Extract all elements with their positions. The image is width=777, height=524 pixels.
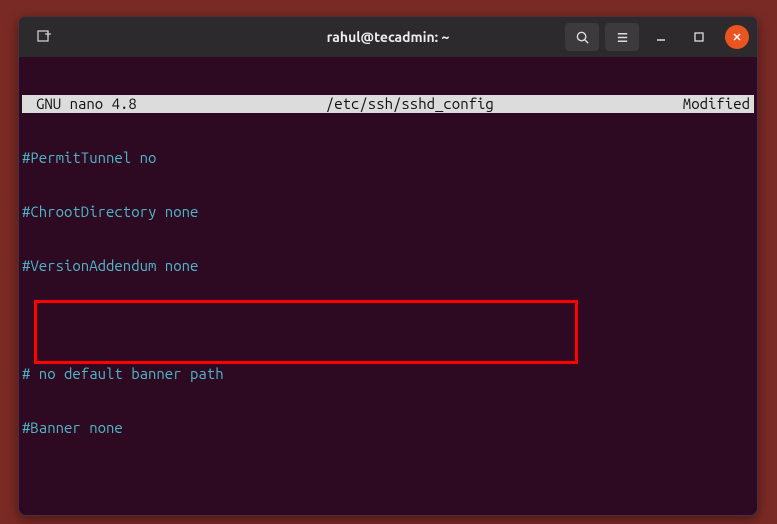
titlebar: rahul@tecadmin: ~: [19, 17, 757, 57]
maximize-button[interactable]: [686, 24, 712, 50]
minimize-button[interactable]: [648, 24, 674, 50]
nano-modified-flag: Modified: [683, 95, 754, 113]
nano-filename: /etc/ssh/sshd_config: [137, 95, 683, 113]
nano-status-bar: GNU nano 4.8 /etc/ssh/sshd_config Modifi…: [22, 95, 754, 113]
config-line: # no default banner path: [22, 365, 754, 383]
config-line: #VersionAddendum none: [22, 257, 754, 275]
terminal-window: rahul@tecadmin: ~ GNU nano 4.8 /etc/ssh/…: [18, 16, 758, 516]
close-button[interactable]: [725, 25, 749, 49]
config-line: #ChrootDirectory none: [22, 203, 754, 221]
config-line: #PermitTunnel no: [22, 149, 754, 167]
new-tab-button[interactable]: [27, 23, 61, 51]
blank-line: [22, 311, 754, 329]
hamburger-menu-button[interactable]: [605, 23, 639, 51]
search-button[interactable]: [565, 23, 599, 51]
blank-line: [22, 473, 754, 491]
editor-area[interactable]: GNU nano 4.8 /etc/ssh/sshd_config Modifi…: [19, 57, 757, 516]
config-line: #Banner none: [22, 419, 754, 437]
nano-version: GNU nano 4.8: [22, 95, 137, 113]
